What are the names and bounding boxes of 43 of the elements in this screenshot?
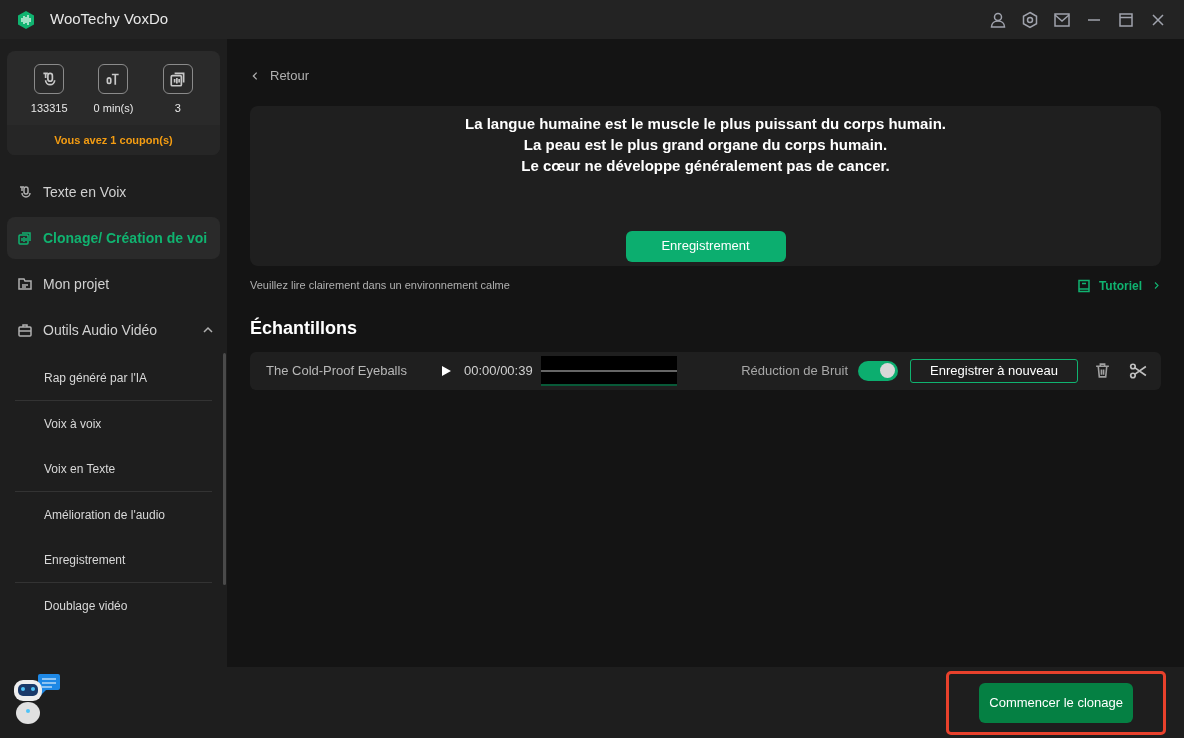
section-title: Échantillons [250, 316, 358, 340]
microphone-icon [34, 64, 65, 94]
toolbox-icon [17, 322, 33, 338]
window-title: WooTechy VoxDo [50, 9, 169, 30]
noise-reduction-label: Réduction de Bruit [741, 361, 849, 380]
app-logo-icon [16, 9, 36, 30]
tutorial-link[interactable]: Tutoriel [1076, 276, 1161, 295]
settings-icon[interactable] [1020, 9, 1040, 30]
submenu-item[interactable]: Voix en Texte [44, 459, 116, 478]
waveform-copy-icon [17, 230, 33, 246]
chevron-left-icon [250, 70, 260, 81]
submenu-item[interactable]: Enregistrement [44, 550, 126, 569]
submenu-item[interactable]: Doublage vidéo [44, 596, 128, 615]
book-icon [1076, 278, 1091, 293]
hint-text: Veuillez lire clairement dans un environnement calme [250, 278, 510, 294]
scissors-icon[interactable] [1129, 361, 1147, 380]
noise-reduction-toggle[interactable] [858, 360, 899, 381]
sidebar-item[interactable]: Clonage/ Création de voi [7, 217, 220, 259]
stat-value: 133315 [30, 101, 68, 116]
play-icon[interactable] [440, 364, 452, 377]
stat-value: 3 [174, 101, 181, 116]
coupon-text: Vous avez 1 coupon(s) [54, 132, 173, 148]
submenu-item[interactable]: Rap généré par l'IA [44, 368, 148, 387]
waveform-copy-icon [162, 64, 193, 94]
start-cloning-button[interactable]: Commencer le clonage [979, 682, 1133, 723]
back-link[interactable]: Retour [250, 66, 310, 86]
microphone-icon [17, 184, 33, 200]
playback-time: 00:00/00:39 [464, 361, 533, 380]
microphone-text-icon [98, 64, 129, 94]
sidebar-item[interactable]: Mon projet [7, 263, 220, 305]
sample-name: The Cold-Proof Eyeballs [266, 361, 408, 380]
script-line: La peau est le plus grand organe du corps humain. [523, 134, 888, 155]
script-line: Le cœur ne développe généralement pas de cancer. [521, 155, 890, 176]
chevron-right-icon [1152, 281, 1161, 290]
delete-icon[interactable] [1094, 362, 1111, 379]
folder-icon [17, 276, 33, 292]
sidebar-item[interactable]: Texte en Voix [7, 171, 220, 213]
stat-value: 0 min(s) [93, 101, 134, 116]
rerecord-button[interactable]: Enregistrer à nouveau [910, 358, 1078, 383]
submenu-item[interactable]: Amélioration de l'audio [44, 505, 166, 524]
sidebar-item[interactable]: Outils Audio Vidéo [7, 309, 220, 351]
script-line: La langue humaine est le muscle le plus puissant du corps humain. [465, 113, 946, 134]
submenu-item[interactable]: Voix à voix [44, 414, 102, 433]
